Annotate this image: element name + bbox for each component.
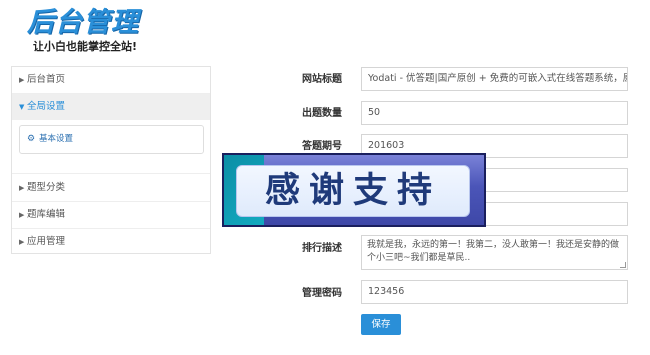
sidebar-item-question-bank[interactable]: ▶ 题库编辑 — [12, 202, 210, 228]
sidebar-item-home[interactable]: ▶ 后台首页 — [12, 67, 210, 93]
thanks-banner: 感谢支持 — [222, 153, 486, 227]
caret-right-icon: ▶ — [19, 76, 25, 84]
caret-down-icon: ▼ — [19, 103, 25, 111]
submenu-item-basic-settings[interactable]: ⚙ 基本设置 — [27, 126, 73, 153]
caret-right-icon: ▶ — [19, 238, 25, 246]
resize-handle-icon[interactable] — [620, 262, 626, 268]
sidebar: ▶ 后台首页 ▼ 全局设置 ⚙ 基本设置 ▶ 题型分类 ▶ 题库编辑 ▶ 应用管理 — [11, 66, 211, 254]
divider — [12, 173, 210, 174]
caret-right-icon: ▶ — [19, 184, 25, 192]
logo-subtitle: 让小白也能掌控全站! — [33, 40, 138, 53]
sidebar-item-label: 题型分类 — [27, 182, 66, 193]
banner-panel: 感谢支持 — [236, 165, 470, 217]
logo: 后台管理 让小白也能掌控全站! — [27, 8, 157, 54]
ranking-desc-textarea[interactable]: 我就是我，永远的第一！我第二，没人敢第一！我还是安静的做个小三吧~我们都是草民.… — [361, 235, 628, 270]
admin-password-label: 管理密码 — [302, 288, 342, 299]
question-period-label: 答题期号 — [302, 141, 342, 152]
sidebar-item-global-settings[interactable]: ▼ 全局设置 — [12, 94, 210, 120]
gear-icon: ⚙ — [27, 134, 36, 144]
site-title-input[interactable]: Yodati - 优答题|国产原创 + 免费的可嵌入式在线答题系统，原 — [361, 67, 628, 91]
admin-password-input[interactable]: 123456 — [361, 280, 628, 304]
sidebar-item-question-types[interactable]: ▶ 题型分类 — [12, 175, 210, 201]
sidebar-item-app-management[interactable]: ▶ 应用管理 — [12, 229, 210, 255]
submenu-item-label: 基本设置 — [39, 134, 74, 144]
ranking-desc-label: 排行描述 — [302, 243, 342, 254]
sidebar-item-label: 后台首页 — [27, 74, 66, 85]
banner-text: 感谢支持 — [264, 171, 441, 211]
caret-right-icon: ▶ — [19, 211, 25, 219]
site-title-label: 网站标题 — [302, 74, 342, 85]
logo-title: 后台管理 — [27, 7, 139, 38]
question-count-label: 出题数量 — [302, 108, 342, 119]
submenu: ⚙ 基本设置 — [19, 125, 204, 154]
save-button[interactable]: 保存 — [361, 314, 401, 335]
sidebar-item-label: 全局设置 — [27, 101, 66, 112]
ranking-desc-text: 我就是我，永远的第一！我第二，没人敢第一！我还是安静的做个小三吧~我们都是草民.… — [367, 240, 620, 263]
sidebar-item-label: 题库编辑 — [27, 209, 66, 220]
question-count-input[interactable]: 50 — [361, 101, 628, 125]
sidebar-item-label: 应用管理 — [27, 236, 66, 247]
